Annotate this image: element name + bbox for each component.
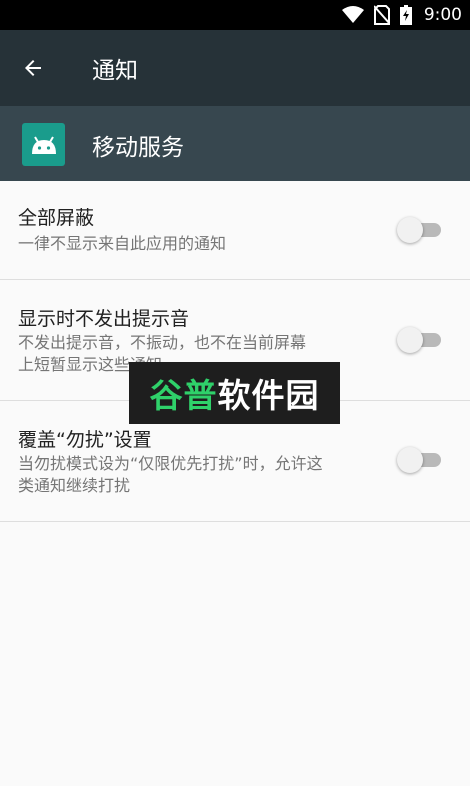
toolbar: 通知 bbox=[0, 30, 470, 106]
override-dnd-switch[interactable] bbox=[397, 445, 443, 475]
app-name: 移动服务 bbox=[92, 135, 184, 161]
no-sim-icon bbox=[373, 5, 390, 25]
status-time: 9:00 bbox=[423, 5, 462, 25]
setting-summary: 一律不显示来自此应用的通知 bbox=[18, 234, 227, 253]
setting-title: 全部屏蔽 bbox=[18, 207, 95, 229]
android-icon bbox=[22, 123, 65, 166]
setting-block-all[interactable]: 全部屏蔽 一律不显示来自此应用的通知 bbox=[0, 181, 470, 280]
setting-title: 覆盖“勿扰”设置 bbox=[18, 429, 152, 451]
back-button[interactable] bbox=[0, 30, 66, 106]
app-header: 移动服务 bbox=[0, 106, 470, 181]
setting-summary: 当勿扰模式设为“仅限优先打扰”时，允许这 类通知继续打扰 bbox=[18, 454, 323, 495]
silent-switch[interactable] bbox=[397, 325, 443, 355]
watermark-logo: 谷普 软件园 bbox=[129, 362, 340, 424]
status-bar: 9:00 bbox=[0, 0, 470, 30]
page-title: 通知 bbox=[92, 58, 138, 84]
battery-charging-icon bbox=[399, 5, 412, 25]
status-icons: 9:00 bbox=[341, 0, 462, 30]
arrow-back-icon bbox=[25, 60, 41, 76]
wifi-icon bbox=[341, 6, 364, 23]
setting-title: 显示时不发出提示音 bbox=[18, 308, 190, 330]
block-all-switch[interactable] bbox=[397, 215, 443, 245]
